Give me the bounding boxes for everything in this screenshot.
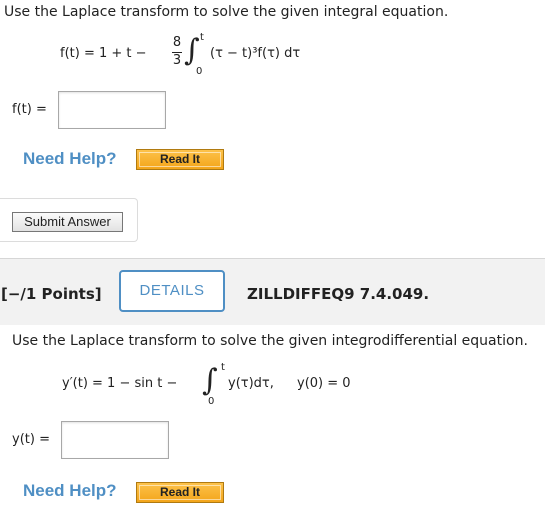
- integral-sign: ∫: [202, 363, 218, 398]
- problem1-prompt: Use the Laplace transform to solve the g…: [4, 4, 449, 20]
- equation-lhs: y′(t) = 1 − sin t −: [62, 376, 178, 391]
- points-label: [−/1 Points]: [1, 285, 102, 303]
- need-help-label: Need Help?: [23, 149, 117, 168]
- initial-condition: y(0) = 0: [297, 376, 351, 391]
- integral-lower-limit: 0: [208, 396, 215, 407]
- integrand: y(τ)dτ,: [228, 376, 274, 391]
- integrand: (τ − t)³f(τ) dτ: [210, 46, 301, 61]
- read-it-button[interactable]: Read It: [136, 482, 224, 503]
- answer-input-f[interactable]: [58, 91, 166, 129]
- answer-input-y[interactable]: [61, 421, 169, 459]
- problem-id: ZILLDIFFEQ9 7.4.049.: [247, 285, 430, 303]
- integral-sign: ∫: [184, 33, 200, 68]
- answer-label-y: y(t) =: [12, 432, 50, 447]
- read-it-button[interactable]: Read It: [136, 149, 224, 170]
- equation-lhs: f(t) = 1 + t −: [60, 46, 147, 61]
- integral-upper-limit: t: [200, 32, 204, 43]
- details-button[interactable]: DETAILS: [119, 270, 225, 312]
- integral-upper-limit: t: [221, 362, 225, 373]
- answer-label-f: f(t) =: [12, 102, 47, 117]
- fraction-numerator: 8: [172, 35, 182, 50]
- integral-lower-limit: 0: [196, 66, 203, 77]
- fraction-denominator: 3: [172, 53, 182, 68]
- problem2-prompt: Use the Laplace transform to solve the g…: [12, 333, 528, 349]
- need-help-label: Need Help?: [23, 481, 117, 500]
- problem2-equation: y′(t) = 1 − sin t − ∫ t 0 y(τ)dτ, y(0) =…: [0, 360, 545, 410]
- submit-answer-button[interactable]: Submit Answer: [12, 212, 123, 232]
- problem1-equation: f(t) = 1 + t − 8 3 ∫ t 0 (τ − t)³f(τ) dτ: [0, 30, 545, 85]
